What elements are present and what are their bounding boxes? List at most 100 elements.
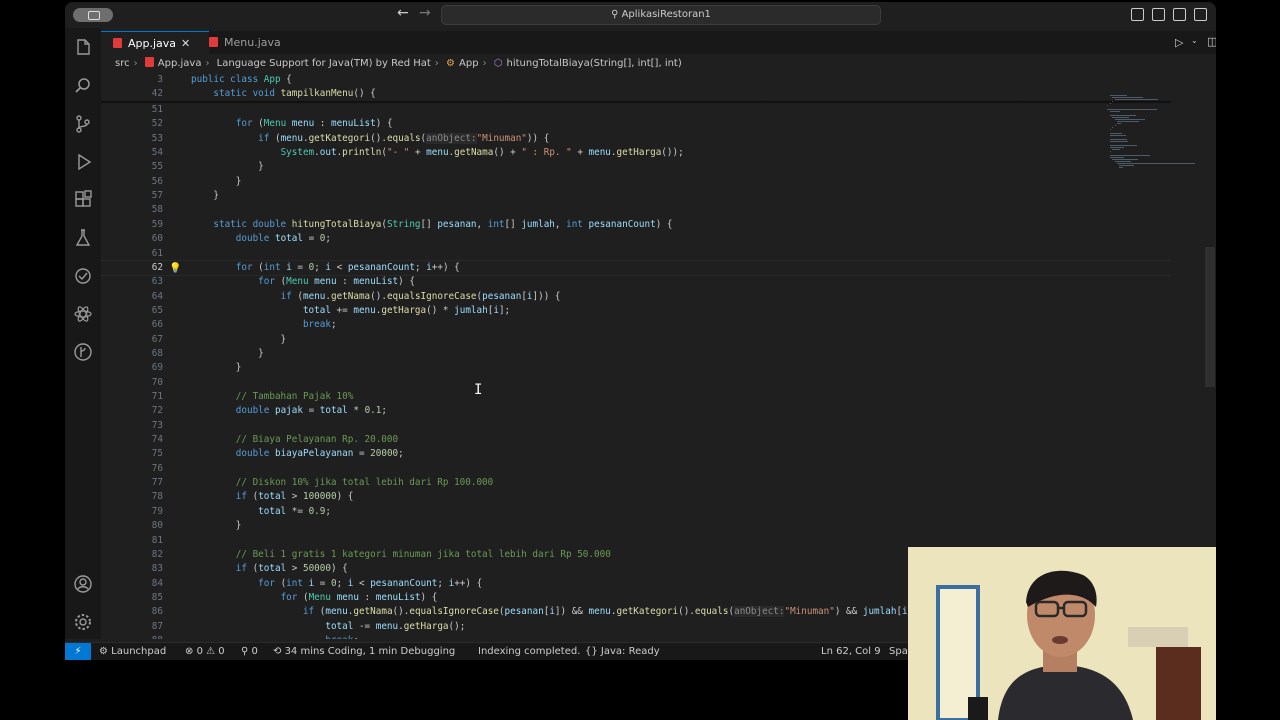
line-number[interactable]: 51 (101, 103, 163, 117)
editor-scrollbar[interactable] (1205, 247, 1215, 387)
line-number[interactable]: 74 (101, 433, 163, 447)
breadcrumb-item[interactable]: Language Support for Java(TM) by Red Hat (217, 58, 431, 69)
sticky-scroll-line[interactable]: 3 public class App { (101, 73, 1171, 87)
line-number[interactable]: 56 (101, 175, 163, 189)
code-line[interactable]: 54 System.out.println("- " + menu.getNam… (101, 146, 1171, 160)
line-number[interactable]: 61 (101, 247, 163, 261)
code-line[interactable]: 81 (101, 534, 1171, 548)
code-line[interactable]: 61 (101, 247, 1171, 261)
command-center-search[interactable]: ⚲ AplikasiRestoran1 (441, 5, 881, 25)
line-number[interactable]: 72 (101, 404, 163, 418)
line-number[interactable]: 86 (101, 605, 163, 619)
sticky-scroll-line[interactable]: 42 static void tampilkanMenu() { (101, 87, 1171, 102)
line-number[interactable]: 58 (101, 203, 163, 217)
code-line[interactable]: 78 if (total > 100000) { (101, 490, 1171, 504)
code-line[interactable]: 66 break; (101, 318, 1171, 332)
code-line[interactable]: 57 } (101, 189, 1171, 203)
line-number[interactable]: 42 (101, 87, 163, 101)
split-editor-icon[interactable]: ◫ (1207, 35, 1216, 48)
line-number[interactable]: 66 (101, 318, 163, 332)
line-number[interactable]: 75 (101, 447, 163, 461)
testing-icon[interactable] (73, 228, 93, 248)
code-line[interactable]: 67 } (101, 333, 1171, 347)
line-number[interactable]: 77 (101, 476, 163, 490)
toggle-primary-sidebar-icon[interactable] (1131, 8, 1144, 21)
settings-gear-icon[interactable] (73, 612, 93, 632)
breadcrumb-item[interactable]: src (115, 58, 130, 69)
code-line[interactable]: 58 (101, 203, 1171, 217)
line-number[interactable]: 79 (101, 505, 163, 519)
line-number[interactable]: 78 (101, 490, 163, 504)
line-number[interactable]: 71 (101, 390, 163, 404)
minimap[interactable] (1105, 73, 1205, 273)
line-number[interactable]: 3 (101, 73, 163, 87)
run-icon[interactable]: ▷ (1175, 36, 1183, 49)
line-number[interactable]: 87 (101, 620, 163, 634)
chevron-down-icon[interactable]: ⌄ (1191, 36, 1198, 45)
line-number[interactable]: 54 (101, 146, 163, 160)
customize-layout-icon[interactable] (1194, 8, 1207, 21)
line-number[interactable]: 65 (101, 304, 163, 318)
breadcrumb-item[interactable]: App.java (158, 58, 202, 69)
code-line[interactable]: 64 if (menu.getNama().equalsIgnoreCase(p… (101, 290, 1171, 304)
line-number[interactable]: 84 (101, 577, 163, 591)
line-number[interactable]: 53 (101, 132, 163, 146)
code-line[interactable]: 52 for (Menu menu : menuList) { (101, 117, 1171, 131)
ports-item[interactable]: ⚲ 0 (241, 643, 258, 660)
line-number[interactable]: 73 (101, 419, 163, 433)
remote-indicator-icon[interactable]: ⚡ (65, 643, 91, 660)
line-number[interactable]: 83 (101, 562, 163, 576)
coding-time-item[interactable]: ⟲ 34 mins Coding, 1 min Debugging (273, 643, 455, 660)
code-line[interactable]: 69 } (101, 361, 1171, 375)
line-number[interactable]: 57 (101, 189, 163, 203)
back-arrow-icon[interactable]: ← (397, 5, 409, 21)
cursor-position[interactable]: Ln 62, Col 9 (821, 643, 881, 660)
source-control-icon[interactable] (73, 114, 93, 134)
lightbulb-icon[interactable]: 💡 (169, 262, 181, 276)
breadcrumb-item[interactable]: App (459, 58, 479, 69)
line-number[interactable]: 55 (101, 160, 163, 174)
code-line[interactable]: 65 total += menu.getHarga() * jumlah[i]; (101, 304, 1171, 318)
line-number[interactable]: 64 (101, 290, 163, 304)
sidebar-toggle-button[interactable] (73, 8, 113, 22)
tab-menu-java[interactable]: Menu.java (197, 31, 309, 54)
code-line[interactable]: 59 static double hitungTotalBiaya(String… (101, 218, 1171, 232)
problems-item[interactable]: ⊗ 0 ⚠ 0 (185, 643, 225, 660)
search-icon[interactable] (73, 76, 93, 96)
code-line[interactable]: 51 (101, 103, 1171, 117)
code-line[interactable]: 80 } (101, 519, 1171, 533)
code-line[interactable]: 75 double biayaPelayanan = 20000; (101, 447, 1171, 461)
code-line[interactable]: 56 } (101, 175, 1171, 189)
code-line[interactable]: 68 } (101, 347, 1171, 361)
code-line[interactable]: 62 for (int i = 0; i < pesananCount; i++… (101, 259, 1171, 276)
tab-app-java[interactable]: App.java ✕ (101, 31, 209, 55)
react-atom-icon[interactable] (73, 304, 93, 324)
line-number[interactable]: 81 (101, 534, 163, 548)
line-number[interactable]: 62 (101, 261, 163, 275)
launchpad-item[interactable]: ⚙ Launchpad (99, 643, 166, 660)
run-debug-icon[interactable] (73, 152, 93, 172)
line-number[interactable]: 76 (101, 462, 163, 476)
code-line[interactable]: 72 double pajak = total * 0.1; (101, 404, 1171, 418)
line-number[interactable]: 52 (101, 117, 163, 131)
breadcrumb-item[interactable]: hitungTotalBiaya(String[], int[], int) (506, 58, 681, 69)
toggle-secondary-sidebar-icon[interactable] (1173, 8, 1186, 21)
code-line[interactable]: 60 double total = 0; (101, 232, 1171, 246)
code-line[interactable]: 53 if (menu.getKategori().equals(anObjec… (101, 132, 1171, 146)
code-line[interactable]: 70 (101, 376, 1171, 390)
close-icon[interactable]: ✕ (181, 32, 190, 55)
code-line[interactable]: 76 (101, 462, 1171, 476)
copilot-icon[interactable] (73, 266, 93, 286)
extensions-icon[interactable] (73, 190, 93, 210)
code-line[interactable]: 71 // Tambahan Pajak 10% (101, 390, 1171, 404)
line-number[interactable]: 69 (101, 361, 163, 375)
java-status-item[interactable]: {} Java: Ready (585, 643, 660, 660)
git-graph-icon[interactable] (73, 342, 93, 362)
line-number[interactable]: 88 (101, 634, 163, 639)
line-number[interactable]: 63 (101, 275, 163, 289)
forward-arrow-icon[interactable]: → (419, 5, 431, 21)
code-line[interactable]: 74 // Biaya Pelayanan Rp. 20.000 (101, 433, 1171, 447)
line-number[interactable]: 80 (101, 519, 163, 533)
toggle-panel-icon[interactable] (1152, 8, 1165, 21)
line-number[interactable]: 70 (101, 376, 163, 390)
